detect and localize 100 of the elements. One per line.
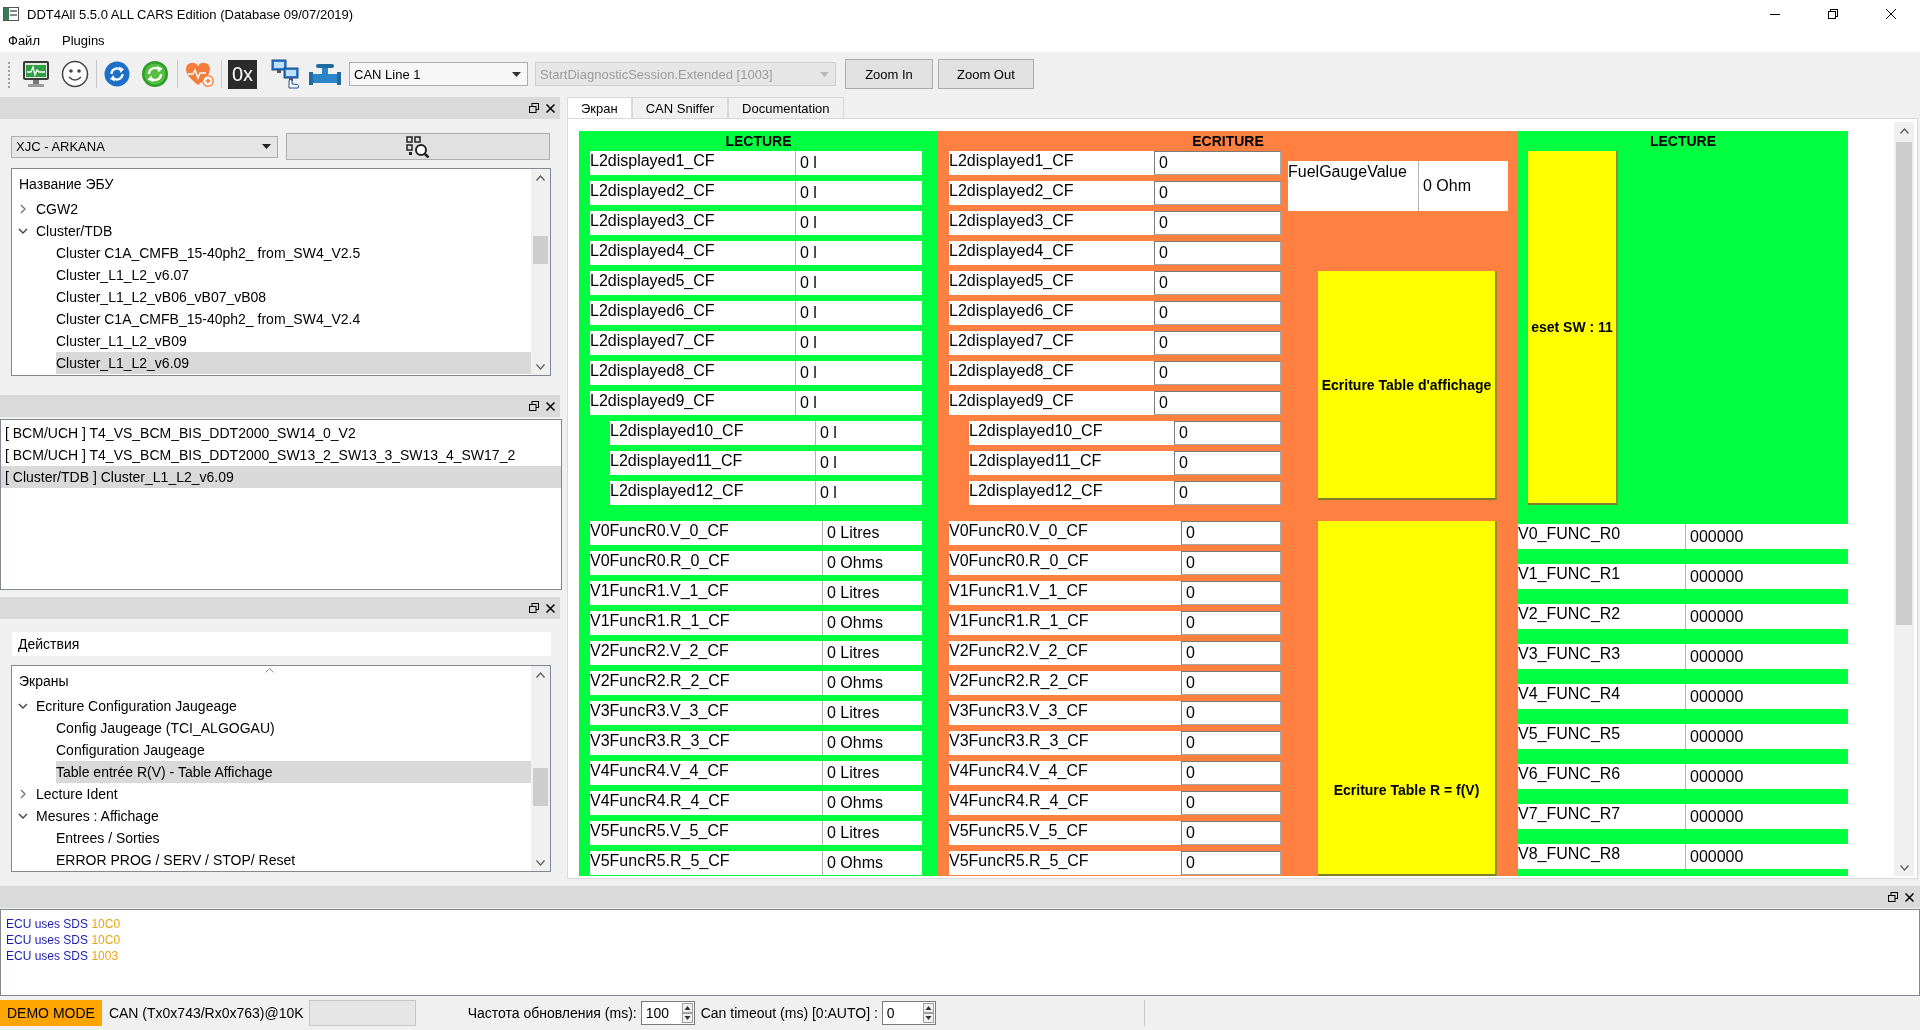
value-input[interactable]: 0 <box>1154 301 1281 325</box>
value-input[interactable]: 0 <box>1154 181 1281 205</box>
minimize-icon[interactable] <box>1770 13 1780 15</box>
monitor-icon[interactable] <box>22 60 50 88</box>
value-input[interactable]: 0 <box>1154 391 1281 415</box>
tree-item[interactable]: Lecture Ident <box>36 783 531 805</box>
list-item[interactable]: [ BCM/UCH ] T4_VS_BCM_BIS_DDT2000_SW14_0_V2 <box>1 422 561 444</box>
tree-item[interactable]: Entrees / Sorties <box>56 827 531 849</box>
search-button[interactable] <box>286 133 550 160</box>
float-icon[interactable] <box>529 103 539 113</box>
value-input[interactable]: 0 <box>1154 361 1281 385</box>
value-input[interactable]: 0 <box>1174 451 1281 475</box>
tree-item[interactable]: Cluster_L1_L2_v6.09 <box>56 352 531 374</box>
value-input[interactable]: 0 <box>1154 241 1281 265</box>
dropdown-arrow-icon[interactable] <box>262 144 271 149</box>
value-input[interactable]: 0 <box>1181 581 1281 605</box>
menu-item[interactable]: Файл <box>8 32 40 48</box>
close-icon[interactable] <box>546 103 555 113</box>
value-input[interactable]: 0 <box>1174 481 1281 505</box>
restore-icon[interactable] <box>1828 9 1838 19</box>
tree-item[interactable]: Cluster C1A_CMFB_15-40ph2_ from_SW4_V2.4 <box>56 308 531 330</box>
value-input[interactable]: 0 <box>1181 611 1281 635</box>
tree-item[interactable]: Cluster C1A_CMFB_15-40ph2_ from_SW4_V2.5 <box>56 242 531 264</box>
tab[interactable]: Documentation <box>728 97 844 118</box>
chevron-down-icon[interactable] <box>18 811 28 821</box>
dropdown-arrow-icon[interactable] <box>512 71 521 77</box>
action-button[interactable]: Ecriture Table d'affichage <box>1318 271 1497 500</box>
float-icon[interactable] <box>529 401 539 411</box>
scrollbar-thumb[interactable] <box>533 236 548 264</box>
tree-item[interactable]: ERROR PROG / SERV / STOP/ Reset <box>56 849 531 871</box>
smiley-icon[interactable] <box>61 60 89 88</box>
value-input[interactable]: 0 <box>1181 701 1281 725</box>
value-input[interactable]: 0 <box>1181 731 1281 755</box>
parameter-label: V3FuncR3.V_3_CF <box>590 701 822 725</box>
value-input[interactable]: 0 <box>1154 331 1281 355</box>
computers-icon[interactable] <box>271 59 301 89</box>
value-input[interactable]: 0 <box>1154 271 1281 295</box>
timeout-spinbox[interactable]: 0 <box>881 1001 936 1025</box>
value-input[interactable]: 0 <box>1181 521 1281 545</box>
value-input[interactable]: 0 <box>1154 211 1281 235</box>
parameter-label: V5_FUNC_R5 <box>1518 724 1685 749</box>
spin-arrows-icon[interactable] <box>922 1003 934 1023</box>
sync-icon[interactable] <box>141 60 169 88</box>
scroll-up-icon[interactable] <box>1899 127 1909 134</box>
scroll-down-icon[interactable] <box>536 859 545 866</box>
zoom-button[interactable]: Zoom Out <box>938 59 1034 89</box>
scroll-up-icon[interactable] <box>536 174 545 181</box>
zoom-button[interactable]: Zoom In <box>845 59 933 89</box>
value-input[interactable]: 0 <box>1181 551 1281 575</box>
tree-item[interactable]: CGW2 <box>36 198 531 220</box>
scroll-up-icon[interactable] <box>536 671 545 678</box>
chevron-right-icon[interactable] <box>18 789 28 799</box>
refresh-rate-spinbox[interactable]: 100 <box>640 1001 695 1025</box>
value-input[interactable]: 0 <box>1181 671 1281 695</box>
close-icon[interactable] <box>1905 892 1914 902</box>
menu-item[interactable]: Plugins <box>61 32 105 48</box>
hex-button[interactable]: 0x <box>228 59 257 89</box>
refresh-icon[interactable] <box>104 61 130 87</box>
tree-item[interactable]: Ecriture Configuration Jaugeage <box>36 695 531 717</box>
tab[interactable]: CAN Sniffer <box>631 97 729 118</box>
scrollbar-thumb[interactable] <box>1896 142 1912 625</box>
tree-item[interactable]: Table entrée R(V) - Table Affichage <box>56 761 531 783</box>
value-input[interactable]: 0 <box>1154 151 1281 175</box>
value-input[interactable]: 0 <box>1181 761 1281 785</box>
scroll-down-icon[interactable] <box>536 363 545 370</box>
close-icon[interactable] <box>1886 9 1896 19</box>
value-input[interactable]: 0 <box>1174 421 1281 445</box>
tree-item[interactable]: Mesures : Affichage <box>36 805 531 827</box>
chevron-down-icon[interactable] <box>18 226 28 236</box>
tree-item[interactable]: Configuration Jaugeage <box>56 739 531 761</box>
close-icon[interactable] <box>546 401 555 411</box>
value-input[interactable]: 0 <box>1181 851 1281 875</box>
tree-item[interactable]: Cluster_L1_L2_v6.07 <box>56 264 531 286</box>
action-button[interactable]: eset SW : 11 <box>1528 151 1618 505</box>
vehicle-dropdown[interactable]: XJC - ARKANA <box>11 135 278 158</box>
value-input[interactable]: 0 <box>1181 791 1281 815</box>
tab[interactable]: Экран <box>567 97 632 118</box>
float-icon[interactable] <box>1888 892 1898 902</box>
heart-pulse-icon[interactable] <box>184 60 214 88</box>
can-line-dropdown[interactable]: CAN Line 1 <box>349 62 528 86</box>
tree-item[interactable]: Config Jaugeage (TCI_ALGOGAU) <box>56 717 531 739</box>
float-icon[interactable] <box>529 603 539 613</box>
chevron-down-icon[interactable] <box>18 701 28 711</box>
tree-item[interactable]: Cluster_L1_L2_vB09 <box>56 330 531 352</box>
sort-caret-icon[interactable] <box>265 668 274 673</box>
value-input[interactable]: 0 <box>1181 821 1281 845</box>
list-item[interactable]: [ Cluster/TDB ] Cluster_L1_L2_v6.09 <box>1 466 561 488</box>
tree-item[interactable]: Cluster_L1_L2_vB06_vB07_vB08 <box>56 286 531 308</box>
grip-icon[interactable] <box>8 60 11 88</box>
parameter-label: L2displayed10_CF <box>969 421 1174 445</box>
scroll-down-icon[interactable] <box>1899 864 1909 871</box>
close-icon[interactable] <box>546 603 555 613</box>
search-icon[interactable] <box>406 135 430 158</box>
tree-item[interactable]: Cluster/TDB <box>36 220 531 242</box>
scrollbar-thumb[interactable] <box>533 768 548 806</box>
spin-arrows-icon[interactable] <box>681 1003 693 1023</box>
value-input[interactable]: 0 <box>1181 641 1281 665</box>
list-item[interactable]: [ BCM/UCH ] T4_VS_BCM_BIS_DDT2000_SW13_2_SW13_3_SW13_4_SW17_2 <box>1 444 561 466</box>
action-button[interactable]: Ecriture Table R = f(V) <box>1318 521 1497 876</box>
chevron-right-icon[interactable] <box>18 204 28 214</box>
